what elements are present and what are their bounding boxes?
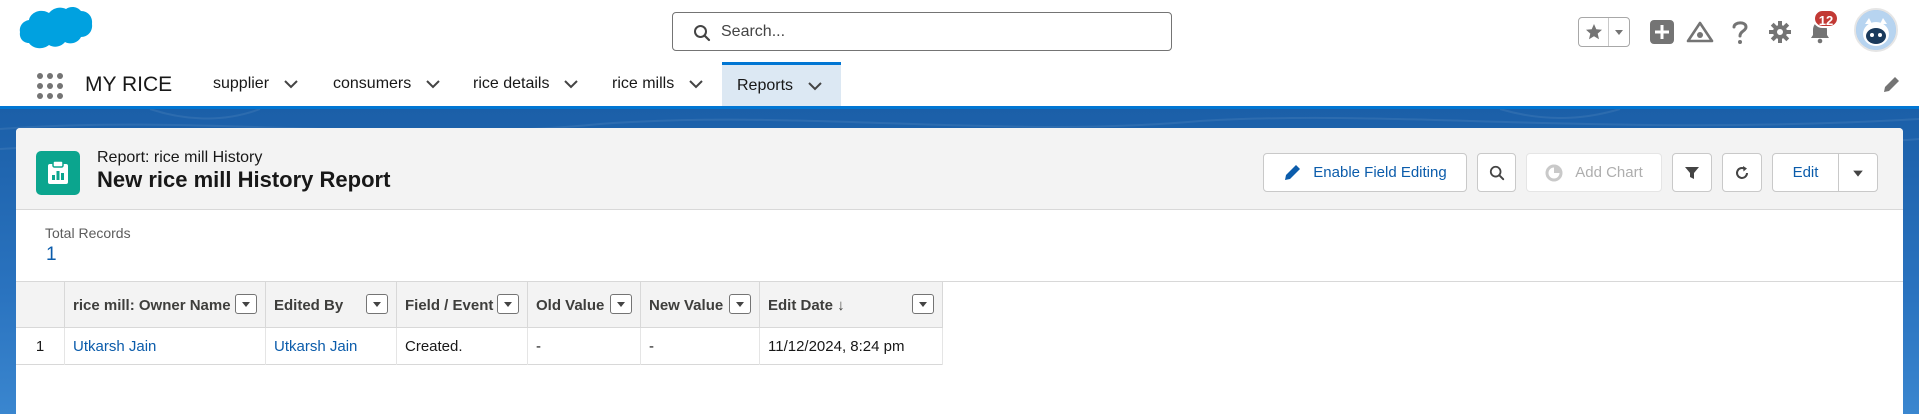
trailhead-button[interactable]	[1686, 18, 1714, 46]
column-header-old-value[interactable]: Old Value	[528, 282, 641, 328]
refresh-icon	[1736, 165, 1748, 179]
table-row: 1 Utkarsh Jain Utkarsh Jain Created. - -…	[16, 328, 943, 365]
chevron-down-icon[interactable]	[688, 76, 704, 92]
trailhead-icon	[1686, 21, 1714, 43]
chart-icon	[1545, 164, 1563, 181]
nav-tab-consumers[interactable]: consumers	[333, 62, 441, 106]
setup-button[interactable]	[1766, 18, 1794, 46]
nav-tab-reports[interactable]: Reports	[722, 62, 841, 106]
app-nav-bar: MY RICE supplier consumers rice details …	[0, 62, 1919, 109]
nav-tab-rice-details[interactable]: rice details	[473, 62, 579, 106]
caret-down-icon	[373, 302, 381, 307]
help-icon	[1732, 21, 1748, 44]
column-menu-button[interactable]	[366, 294, 388, 314]
total-records-label: Total Records	[45, 225, 131, 241]
owner-name-link[interactable]: Utkarsh Jain	[65, 328, 266, 365]
search-report-button[interactable]	[1477, 153, 1516, 192]
chevron-down-icon[interactable]	[807, 78, 823, 94]
report-header: Report: rice mill History New rice mill …	[16, 128, 1903, 210]
column-label: New Value	[649, 296, 724, 314]
edit-date-cell: 11/12/2024, 8:24 pm	[760, 328, 943, 365]
table-header-row: rice mill: Owner Name Edited By Field / …	[16, 282, 943, 328]
nav-tab-label: rice details	[473, 75, 550, 92]
caret-down-icon	[242, 302, 250, 307]
chevron-down-icon[interactable]	[283, 76, 299, 92]
edit-nav-pencil-icon[interactable]	[1882, 76, 1900, 94]
app-name: MY RICE	[85, 73, 173, 96]
chevron-down-icon[interactable]	[563, 76, 579, 92]
column-menu-button[interactable]	[610, 294, 632, 314]
search-icon	[1489, 165, 1504, 180]
gear-icon	[1769, 21, 1791, 43]
caret-down-icon	[736, 302, 744, 307]
column-header-edit-date[interactable]: Edit Date ↓	[760, 282, 943, 328]
edit-label: Edit	[1792, 164, 1819, 181]
add-chart-label: Add Chart	[1575, 164, 1643, 181]
search-icon	[694, 25, 711, 42]
row-number-header	[16, 282, 65, 328]
add-chart-button[interactable]: Add Chart	[1526, 153, 1662, 192]
global-header: Search... 12	[0, 0, 1919, 62]
column-menu-button[interactable]	[497, 294, 519, 314]
refresh-button[interactable]	[1722, 153, 1762, 192]
report-clipboard-icon	[48, 160, 68, 184]
notification-count-badge: 12	[1813, 9, 1839, 28]
favorites-star-button[interactable]	[1579, 18, 1609, 46]
global-search-box[interactable]: Search...	[672, 12, 1172, 51]
nav-tab-label: Reports	[737, 76, 794, 94]
field-event-cell: Created.	[397, 328, 528, 365]
nav-tab-supplier[interactable]: supplier	[213, 62, 299, 106]
total-records-value: 1	[46, 244, 57, 265]
nav-tab-rice-mills[interactable]: rice mills	[612, 62, 704, 106]
column-header-owner-name[interactable]: rice mill: Owner Name	[65, 282, 266, 328]
column-menu-button[interactable]	[235, 294, 257, 314]
favorites-dropdown-button[interactable]	[1609, 18, 1629, 46]
column-label: Edit Date ↓	[768, 296, 845, 314]
caret-down-icon	[617, 302, 625, 307]
search-placeholder: Search...	[721, 23, 786, 40]
nav-tab-label: rice mills	[612, 75, 675, 92]
column-header-new-value[interactable]: New Value	[641, 282, 760, 328]
filter-button[interactable]	[1672, 153, 1712, 192]
edit-menu-dropdown-button[interactable]	[1838, 153, 1878, 192]
plus-icon	[1650, 20, 1674, 44]
enable-field-editing-button[interactable]: Enable Field Editing	[1263, 153, 1467, 192]
report-title: New rice mill History Report	[97, 167, 391, 192]
column-menu-button[interactable]	[729, 294, 751, 314]
star-icon	[1585, 24, 1602, 40]
user-avatar[interactable]	[1854, 8, 1898, 52]
caret-down-icon	[504, 302, 512, 307]
salesforce-logo[interactable]	[18, 5, 94, 57]
column-label: Field / Event	[405, 296, 494, 314]
old-value-cell: -	[528, 328, 641, 365]
report-eyebrow: Report: rice mill History	[97, 149, 263, 166]
column-header-edited-by[interactable]: Edited By	[266, 282, 397, 328]
report-card: Report: rice mill History New rice mill …	[16, 128, 1903, 414]
nav-tab-label: consumers	[333, 75, 412, 92]
column-label: rice mill: Owner Name	[73, 296, 231, 314]
column-label: Old Value	[536, 296, 605, 314]
new-value-cell: -	[641, 328, 760, 365]
caret-down-icon	[1615, 30, 1623, 35]
filter-icon	[1685, 166, 1699, 179]
edit-button[interactable]: Edit	[1772, 153, 1839, 192]
column-menu-button[interactable]	[912, 294, 934, 314]
edited-by-link[interactable]: Utkarsh Jain	[266, 328, 397, 365]
row-number-cell: 1	[16, 328, 65, 365]
enable-field-editing-label: Enable Field Editing	[1313, 164, 1447, 181]
column-header-field-event[interactable]: Field / Event	[397, 282, 528, 328]
help-button[interactable]	[1726, 18, 1754, 46]
app-launcher-icon[interactable]	[36, 72, 64, 100]
caret-down-icon	[1853, 170, 1863, 177]
global-actions-button[interactable]	[1648, 18, 1676, 46]
nav-tab-label: supplier	[213, 75, 270, 92]
favorites-group	[1578, 17, 1630, 47]
chevron-down-icon[interactable]	[425, 76, 441, 92]
pencil-icon	[1285, 164, 1301, 180]
report-icon	[36, 151, 80, 195]
astro-avatar-icon	[1856, 10, 1896, 50]
caret-down-icon	[919, 302, 927, 307]
column-label: Edited By	[274, 296, 344, 314]
